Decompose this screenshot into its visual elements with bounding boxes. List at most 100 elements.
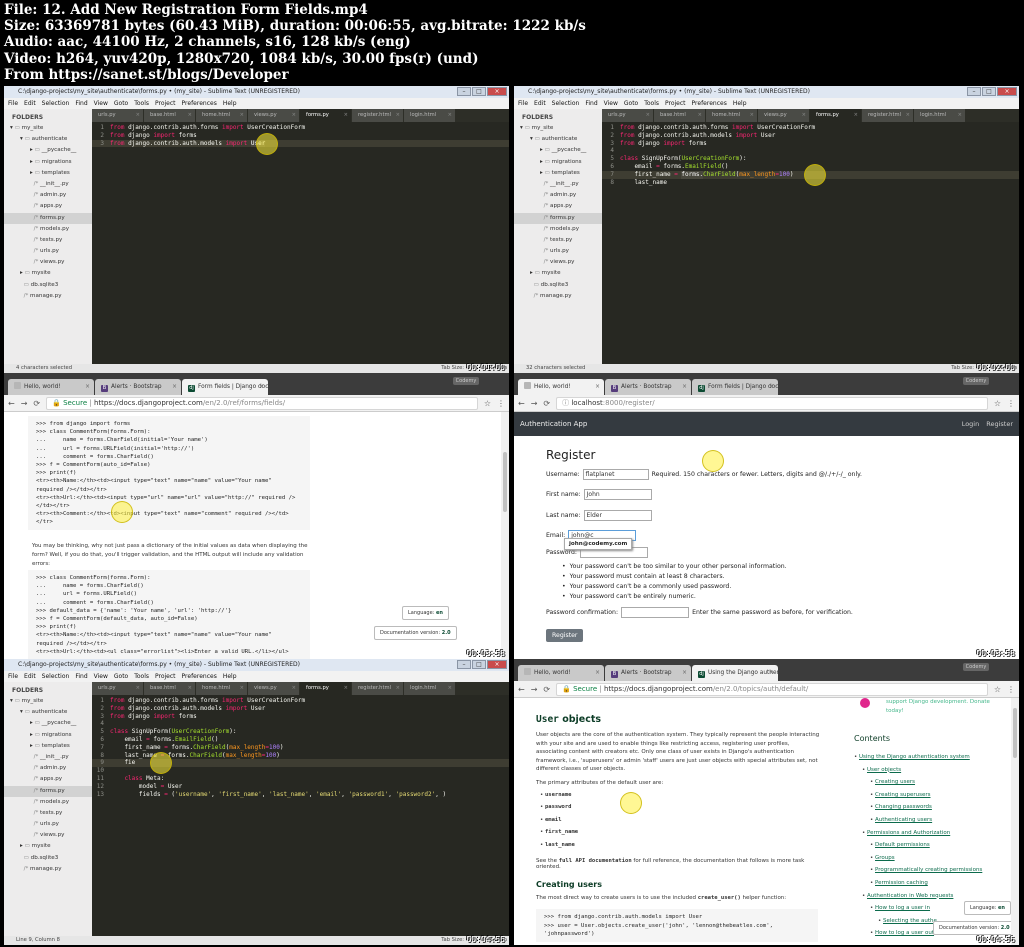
menu-item-preferences[interactable]: Preferences: [182, 98, 217, 109]
tab-base-html[interactable]: base.html ×: [654, 109, 705, 122]
menu-item-project[interactable]: Project: [155, 671, 176, 682]
tree-item[interactable]: ▾ ▭ my_site: [4, 123, 92, 134]
toc-link[interactable]: Permission caching: [875, 880, 928, 886]
close-icon[interactable]: ×: [682, 379, 687, 395]
tree-item[interactable]: ▸ ▭ templates: [4, 741, 92, 752]
back-icon[interactable]: ←: [518, 399, 525, 408]
menu-item-file[interactable]: File: [8, 671, 18, 682]
menu-item-goto[interactable]: Goto: [114, 671, 128, 682]
scrollbar[interactable]: [501, 412, 509, 659]
toc-link[interactable]: Authenticating users: [875, 817, 932, 823]
tab-views-py[interactable]: views.py ×: [758, 109, 809, 122]
tab-urls-py[interactable]: urls.py ×: [602, 109, 653, 122]
tree-item[interactable]: /* manage.py: [4, 864, 92, 875]
tab-urls-py[interactable]: urls.py ×: [92, 109, 143, 122]
toc-link[interactable]: Permissions and Authorization: [867, 830, 950, 836]
close-icon[interactable]: ×: [595, 665, 600, 681]
close-icon[interactable]: ×: [769, 665, 774, 681]
tree-item[interactable]: /* admin.py: [4, 763, 92, 774]
tree-item[interactable]: ▸ ▭ migrations: [4, 730, 92, 741]
menu-item-file[interactable]: File: [8, 98, 18, 109]
close-icon[interactable]: ×: [750, 109, 754, 122]
tree-item[interactable]: ▸ ▭ mysite: [4, 841, 92, 852]
tree-item[interactable]: /* apps.py: [4, 774, 92, 785]
close-icon[interactable]: ×: [448, 682, 452, 695]
tree-item[interactable]: /* apps.py: [514, 201, 602, 212]
reload-icon[interactable]: ⟳: [543, 399, 550, 408]
register-button[interactable]: Register: [546, 628, 584, 642]
profile-badge[interactable]: Codemy: [963, 377, 989, 385]
confirm-input[interactable]: [621, 606, 690, 618]
tree-item[interactable]: ▭ db.sqlite3: [4, 853, 92, 864]
close-icon[interactable]: ×: [292, 682, 296, 695]
menu-item-view[interactable]: View: [94, 671, 108, 682]
tab-size[interactable]: Tab Size: 4: [951, 364, 979, 373]
tree-item[interactable]: /* models.py: [4, 224, 92, 235]
browser-tab[interactable]: B Alerts · Bootstrap ×: [605, 665, 691, 681]
tree-item[interactable]: /* views.py: [4, 257, 92, 268]
tree-item[interactable]: /* __init__.py: [4, 179, 92, 190]
tree-item[interactable]: ▾ ▭ authenticate: [4, 707, 92, 718]
username-input[interactable]: flatplanet: [582, 468, 649, 480]
scrollbar[interactable]: [1011, 698, 1019, 945]
toc-link[interactable]: Default permissions: [875, 842, 930, 848]
tree-item[interactable]: ▸ ▭ __pycache__: [4, 145, 92, 156]
menu-item-preferences[interactable]: Preferences: [182, 671, 217, 682]
tab-home-html[interactable]: home.html ×: [196, 682, 247, 695]
tree-item[interactable]: ▸ ▭ templates: [4, 168, 92, 179]
tab-forms-py[interactable]: forms.py ×: [300, 682, 351, 695]
menu-item-edit[interactable]: Edit: [534, 98, 546, 109]
menu-item-find[interactable]: Find: [75, 98, 87, 109]
menu-item-edit[interactable]: Edit: [24, 98, 36, 109]
tree-item[interactable]: ▭ db.sqlite3: [514, 280, 602, 291]
tab-register-html[interactable]: register.html ×: [352, 682, 403, 695]
toc-link[interactable]: Groups: [875, 855, 895, 861]
tab-views-py[interactable]: views.py ×: [248, 682, 299, 695]
browser-tab[interactable]: dj Form fields | Django doc ×: [182, 379, 268, 395]
tab-login-html[interactable]: login.html ×: [914, 109, 965, 122]
menu-item-project[interactable]: Project: [155, 98, 176, 109]
first-name-input[interactable]: John: [583, 489, 652, 501]
profile-badge[interactable]: Codemy: [453, 377, 479, 385]
close-icon[interactable]: ×: [240, 682, 244, 695]
close-icon[interactable]: ×: [802, 109, 806, 122]
tree-item[interactable]: ▸ ▭ __pycache__: [514, 145, 602, 156]
toc-link[interactable]: How to log a user out: [875, 930, 934, 936]
menu-item-help[interactable]: Help: [733, 98, 747, 109]
back-icon[interactable]: ←: [8, 399, 15, 408]
tree-item[interactable]: /* manage.py: [514, 291, 602, 302]
star-icon[interactable]: ☆: [994, 399, 1001, 408]
browser-tab[interactable]: Hello, world! ×: [8, 379, 94, 395]
menu-icon[interactable]: ⋮: [1007, 685, 1015, 694]
tree-item[interactable]: /* tests.py: [4, 808, 92, 819]
url-input[interactable]: ⓘ localhost:8000/register/: [556, 396, 988, 410]
toc-link[interactable]: Creating superusers: [875, 792, 931, 798]
code-area[interactable]: 1 from django.contrib.auth.forms import U…: [602, 124, 1019, 364]
profile-badge[interactable]: Codemy: [963, 663, 989, 671]
tree-item[interactable]: /* forms.py: [4, 785, 92, 797]
browser-tab[interactable]: B Alerts · Bootstrap ×: [605, 379, 691, 395]
menu-item-find[interactable]: Find: [585, 98, 597, 109]
scroll-thumb[interactable]: [503, 452, 507, 512]
menu-item-selection[interactable]: Selection: [42, 671, 70, 682]
close-button[interactable]: ×: [997, 87, 1017, 96]
browser-tab[interactable]: Hello, world! ×: [518, 665, 604, 681]
tree-item[interactable]: ▸ ▭ migrations: [4, 157, 92, 168]
menu-item-file[interactable]: File: [518, 98, 528, 109]
close-icon[interactable]: ×: [172, 379, 177, 395]
toc-link[interactable]: Changing passwords: [875, 804, 932, 810]
create-user-link[interactable]: create_user(): [698, 895, 741, 901]
tree-item[interactable]: ▭ db.sqlite3: [4, 280, 92, 291]
browser-tab[interactable]: B Alerts · Bootstrap ×: [95, 379, 181, 395]
code-area[interactable]: 1 from django.contrib.auth.forms import U…: [92, 697, 509, 936]
tab-forms-py[interactable]: forms.py ×: [810, 109, 861, 122]
close-icon[interactable]: ×: [259, 379, 264, 395]
close-icon[interactable]: ×: [136, 682, 140, 695]
tree-item[interactable]: /* tests.py: [4, 235, 92, 246]
close-icon[interactable]: ×: [344, 682, 348, 695]
forward-icon[interactable]: →: [531, 685, 538, 694]
doc-version-badge[interactable]: Documentation version: 2.0: [933, 921, 1016, 935]
tab-base-html[interactable]: base.html ×: [144, 109, 195, 122]
menu-item-edit[interactable]: Edit: [24, 671, 36, 682]
tab-forms-py[interactable]: forms.py ×: [300, 109, 351, 122]
